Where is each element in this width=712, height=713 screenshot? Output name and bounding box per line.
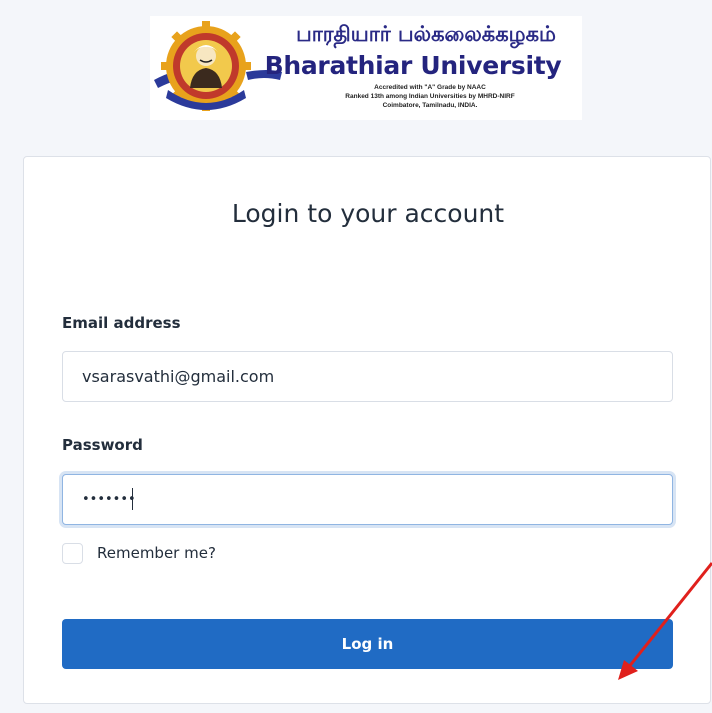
remember-me-label[interactable]: Remember me? — [97, 543, 216, 564]
password-input[interactable] — [62, 474, 673, 525]
university-logo-banner: பாரதியார் பல்கலைக்கழகம் Bharathiar Unive… — [150, 16, 582, 120]
logo-tamil-name: பாரதியார் பல்கலைக்கழகம் — [296, 22, 556, 46]
login-card: Login to your account Email address Pass… — [23, 156, 711, 704]
login-button[interactable]: Log in — [62, 619, 673, 669]
logo-university-name: Bharathiar University — [264, 51, 562, 80]
logo-accreditation-text: Accredited with "A" Grade by NAAC — [374, 84, 486, 91]
email-input[interactable] — [62, 351, 673, 402]
login-title: Login to your account — [231, 199, 505, 228]
logo-location-text: Coimbatore, Tamilnadu, INDIA. — [382, 102, 478, 109]
text-cursor — [132, 488, 133, 510]
password-label: Password — [62, 436, 143, 454]
email-label: Email address — [62, 314, 181, 332]
remember-me-checkbox[interactable] — [62, 543, 83, 564]
logo-ranking-text: Ranked 13th among Indian Universities by… — [345, 93, 515, 100]
